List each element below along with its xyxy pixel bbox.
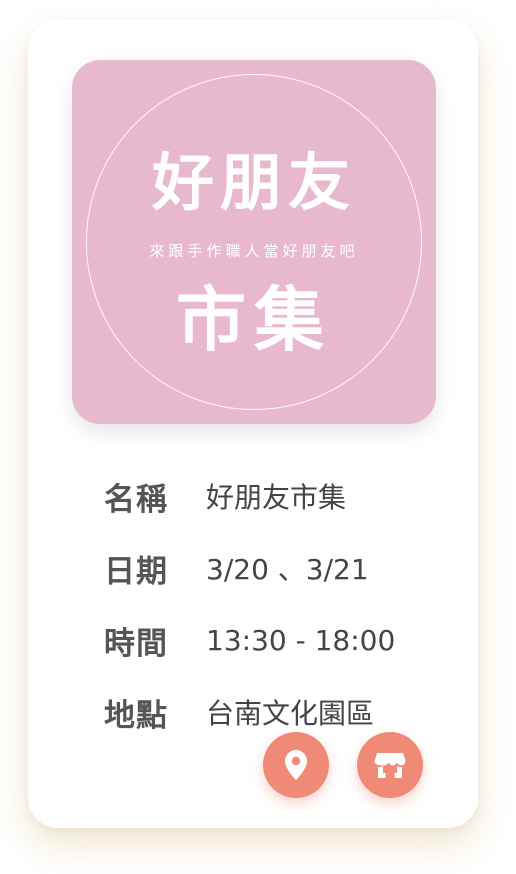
event-logo: 好朋友 來跟手作職人當好朋友吧 市集 — [72, 60, 436, 424]
logo-subtitle: 來跟手作職人當好朋友吧 — [149, 242, 359, 260]
store-button[interactable] — [357, 732, 423, 798]
detail-label: 日期 — [104, 553, 168, 590]
detail-label: 地點 — [104, 697, 168, 734]
detail-row-name: 名稱 好朋友市集 — [104, 460, 444, 532]
logo-title: 好朋友 — [151, 146, 356, 219]
location-button[interactable] — [263, 732, 329, 798]
event-details: 名稱 好朋友市集 日期 3/20 、3/21 時間 13:30 - 18:00 … — [104, 460, 444, 748]
detail-label: 時間 — [104, 625, 168, 662]
detail-label: 名稱 — [104, 481, 168, 518]
logo-main-text: 市集 — [176, 279, 332, 361]
event-card: 好朋友 來跟手作職人當好朋友吧 市集 名稱 好朋友市集 日期 3/20 、3/2… — [28, 20, 478, 828]
detail-row-date: 日期 3/20 、3/21 — [104, 532, 444, 604]
action-buttons — [263, 732, 433, 798]
detail-value: 好朋友市集 — [206, 481, 347, 514]
detail-value: 3/20 、3/21 — [206, 553, 369, 586]
detail-row-time: 時間 13:30 - 18:00 — [104, 604, 444, 676]
page: 好朋友 來跟手作職人當好朋友吧 市集 名稱 好朋友市集 日期 3/20 、3/2… — [0, 0, 516, 874]
detail-value: 13:30 - 18:00 — [206, 623, 396, 657]
location-pin-icon — [285, 750, 307, 780]
storefront-icon — [374, 753, 406, 778]
detail-value: 台南文化園區 — [206, 697, 375, 730]
